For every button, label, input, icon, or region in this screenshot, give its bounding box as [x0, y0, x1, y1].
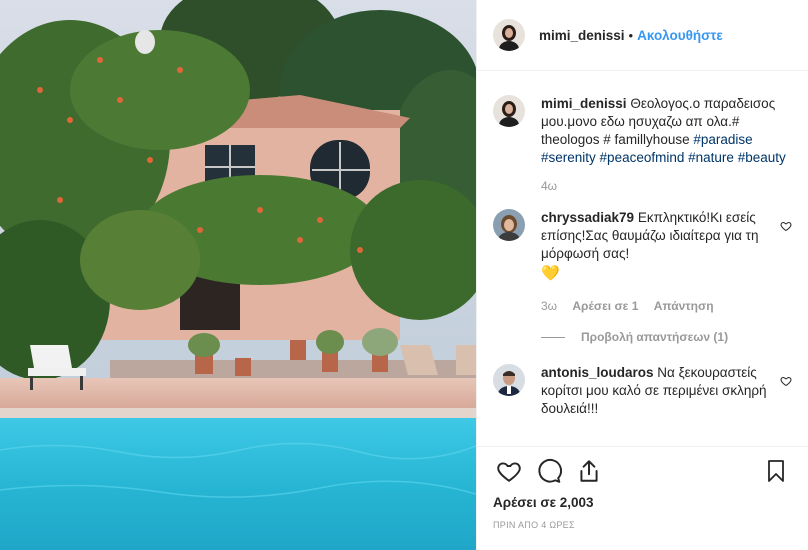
view-replies-label: Προβολή απαντήσεων (1)	[581, 330, 729, 344]
villa-pool-image	[0, 0, 476, 550]
avatar[interactable]	[493, 209, 525, 241]
user-avatar-icon	[493, 209, 525, 241]
user-avatar-icon	[493, 95, 525, 127]
post-header: mimi_denissi • Ακολουθήστε	[477, 0, 808, 71]
caption-meta: 4ω	[541, 177, 792, 195]
bookmark-icon[interactable]	[756, 451, 796, 491]
hashtag-link[interactable]: #peaceofmind	[600, 150, 685, 165]
user-avatar-icon	[493, 364, 525, 396]
avatar[interactable]	[493, 19, 525, 51]
comment-text: antonis_loudaros Να ξεκουραστείς κορίτσι…	[541, 364, 792, 418]
comment-meta: 3ω Αρέσει σε 1 Απάντηση	[541, 297, 768, 315]
comment-username[interactable]: chryssadiak79	[541, 210, 634, 225]
post-photo[interactable]	[0, 0, 476, 550]
caption-username[interactable]: mimi_denissi	[541, 96, 627, 111]
reply-button[interactable]: Απάντηση	[654, 299, 714, 313]
like-comment-heart-icon[interactable]	[780, 374, 792, 392]
comments-list[interactable]: mimi_denissi Θεολογος.ο παραδεισος μου.μ…	[477, 71, 808, 446]
share-icon[interactable]	[569, 451, 609, 491]
hashtag-link[interactable]: #serenity	[541, 150, 596, 165]
separator-dot: •	[628, 27, 634, 43]
action-bar	[477, 446, 808, 494]
divider-line	[541, 336, 565, 338]
hashtag-link[interactable]: #paradise	[693, 132, 752, 147]
comment-text: chryssadiak79 Εκπληκτικό!Κι εσείς επίσης…	[541, 209, 792, 315]
likes-count[interactable]: Αρέσει σε 2,003	[493, 495, 594, 510]
comment-username[interactable]: antonis_loudaros	[541, 365, 654, 380]
posted-time: ΠΡΙΝ ΑΠΟ 4 ΩΡΕΣ	[493, 520, 575, 530]
follow-button[interactable]: Ακολουθήστε	[637, 28, 723, 43]
caption-time[interactable]: 4ω	[541, 179, 557, 193]
avatar[interactable]	[493, 364, 525, 396]
comment-item: antonis_loudaros Να ξεκουραστείς κορίτσι…	[493, 364, 792, 418]
heart-icon[interactable]	[489, 451, 529, 491]
comment-time[interactable]: 3ω	[541, 299, 557, 313]
view-replies-button[interactable]: Προβολή απαντήσεων (1)	[541, 330, 792, 344]
avatar[interactable]	[493, 95, 525, 127]
caption-text: mimi_denissi Θεολογος.ο παραδεισος μου.μ…	[541, 95, 792, 195]
comment-item: chryssadiak79 Εκπληκτικό!Κι εσείς επίσης…	[493, 209, 792, 315]
yellow-heart-emoji: 💛	[541, 265, 560, 282]
post-side-panel: mimi_denissi • Ακολουθήστε mimi_denissi …	[476, 0, 808, 550]
comment-icon[interactable]	[529, 451, 569, 491]
like-comment-heart-icon[interactable]	[780, 219, 792, 237]
hashtag-link[interactable]: #beauty	[738, 150, 786, 165]
caption: mimi_denissi Θεολογος.ο παραδεισος μου.μ…	[493, 95, 792, 195]
hashtag-link[interactable]: #nature	[688, 150, 734, 165]
comment-likes[interactable]: Αρέσει σε 1	[572, 299, 638, 313]
post-username[interactable]: mimi_denissi	[539, 28, 625, 43]
user-avatar-icon	[493, 19, 525, 51]
